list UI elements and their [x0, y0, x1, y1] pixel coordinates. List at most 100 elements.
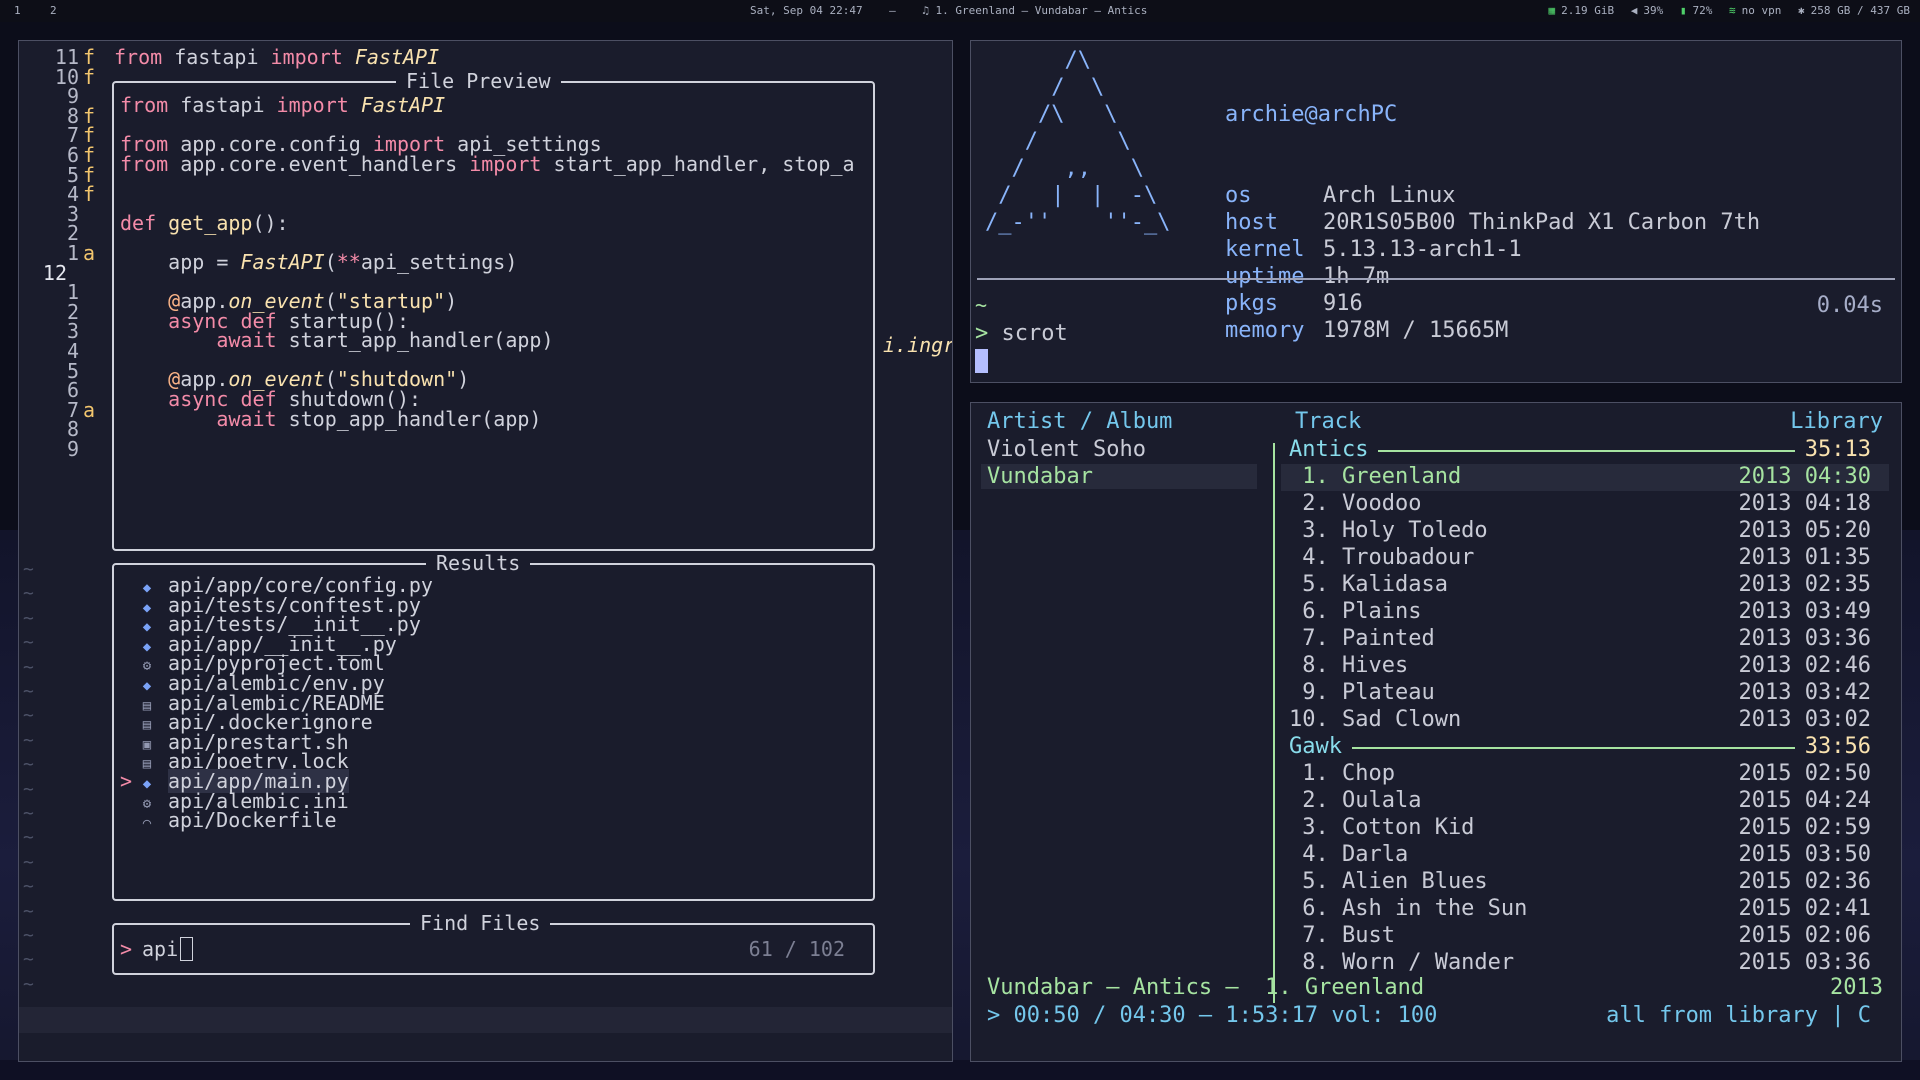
track-row[interactable]: 8. Worn / Wander 2015 03:36	[1289, 950, 1889, 977]
info-row: os Arch Linux	[1225, 182, 1760, 209]
track-year-length: 2015 02:50	[1738, 761, 1871, 786]
track-title: 4. Troubadour	[1289, 545, 1475, 570]
tilde-marker: ~	[23, 827, 34, 849]
file-preview: File Preview from fastapi import FastAPI…	[112, 69, 875, 551]
tilde-marker: ~	[23, 729, 34, 751]
system-info: archie@archPC os Arch Linux host 20R1S05B00…	[1225, 47, 1761, 382]
terminal-window[interactable]: /\ / \ /\ \ / \ / ,, \ / | | -\ /_-'' ''…	[970, 40, 1902, 383]
track-row[interactable]: 4. Troubadour 2013 01:35	[1289, 545, 1889, 572]
info-value: 916	[1323, 291, 1363, 316]
track-row[interactable]: 7. Painted 2013 03:36	[1289, 626, 1889, 653]
workspace-1[interactable]: 1	[14, 4, 21, 17]
tilde-marker: ~	[23, 681, 34, 702]
track-row[interactable]: 5. Kalidasa 2013 02:35	[1289, 572, 1889, 599]
bar-dash: –	[889, 4, 896, 17]
preview-line: await stop_app_handler(app)	[216, 406, 542, 431]
album-rule	[1289, 747, 1871, 749]
now-playing: 1. Greenland – Vundabar – Antics	[935, 4, 1148, 17]
track-row[interactable]: 5. Alien Blues 2015 02:36	[1289, 869, 1889, 896]
result-item[interactable]: ⌒ api/Dockerfile	[120, 808, 337, 832]
track-row[interactable]: 9. Plateau 2013 03:42	[1289, 680, 1889, 707]
track-year-length: 2013 03:49	[1738, 599, 1871, 624]
volume-icon: ◀	[1630, 4, 1638, 17]
track-row[interactable]: 2. Voodoo 2013 04:18	[1289, 491, 1889, 518]
track-title: 3. Holy Toledo	[1289, 518, 1488, 543]
find-files-input[interactable]: api	[142, 937, 178, 961]
line-number: 9	[66, 437, 79, 461]
track-title: 7. Painted	[1289, 626, 1435, 651]
prompt-line: > scrot	[975, 321, 1068, 346]
track-header[interactable]: Track	[1295, 409, 1361, 434]
vpn-status: no vpn	[1741, 4, 1782, 17]
tilde-marker: ~	[23, 925, 34, 946]
track-row[interactable]: 10. Sad Clown 2013 03:02	[1289, 707, 1889, 734]
track-title: 9. Plateau	[1289, 680, 1435, 705]
album-header[interactable]: Gawk 33:56	[1289, 734, 1889, 761]
artist-item[interactable]: Violent Soho	[987, 437, 1257, 462]
info-value: 20R1S05B00 ThinkPad X1 Carbon 7th	[1323, 210, 1761, 235]
track-title: 6. Ash in the Sun	[1289, 896, 1528, 921]
track-year-length: 2015 03:36	[1738, 950, 1871, 975]
now-playing-status: Vundabar – Antics – 1. Greenland	[987, 975, 1425, 1000]
album-duration: 33:56	[1794, 734, 1871, 759]
track-title: 5. Alien Blues	[1289, 869, 1488, 894]
editor-window[interactable]: 11 f 10 f 9 8 f 7 f 6 f 5 f 4 f 3 2 1 a 12 1 2 3 4 5 6 7 a 8 9 from f…	[18, 40, 953, 1062]
info-key: uptime	[1225, 264, 1305, 289]
tilde-marker: ~	[23, 559, 34, 580]
track-title: 5. Kalidasa	[1289, 572, 1448, 597]
volume-level: 39%	[1643, 4, 1664, 17]
library-header[interactable]: Library	[1790, 409, 1883, 434]
info-key: os	[1225, 183, 1252, 208]
track-year-length: 2013 05:20	[1738, 518, 1871, 543]
track-row[interactable]: 6. Ash in the Sun 2015 02:41	[1289, 896, 1889, 923]
music-player-window[interactable]: Artist / Album Track Library Violent Soh…	[970, 402, 1902, 1062]
track-row[interactable]: 2. Oulala 2015 04:24	[1289, 788, 1889, 815]
track-year-length: 2015 02:36	[1738, 869, 1871, 894]
artist-album-header[interactable]: Artist / Album	[987, 409, 1172, 434]
bar-right: ▦ 2.19 GiB ◀ 39% ▮ 72% ≋ no vpn ✱ 258 GB / 43…	[1539, 4, 1910, 17]
now-playing-year: 2013	[1830, 975, 1883, 1000]
track-row[interactable]: 6. Plains 2013 03:49	[1289, 599, 1889, 626]
track-year-length: 2015 02:59	[1738, 815, 1871, 840]
find-prompt: >	[120, 937, 133, 961]
git-sign: f	[83, 182, 96, 207]
track-row[interactable]: 4. Darla 2015 03:50	[1289, 842, 1889, 869]
info-key: host	[1225, 210, 1278, 235]
music-note-icon: ♫	[922, 4, 929, 17]
preview-line: await start_app_handler(app)	[216, 328, 554, 353]
album-duration: 35:13	[1794, 437, 1871, 462]
track-row[interactable]: 7. Bust 2015 02:06	[1289, 923, 1889, 950]
user-host: archie@archPC	[1225, 102, 1398, 127]
code-line-1: from fastapi import FastAPI	[114, 45, 440, 69]
preview-line: def get_app():	[120, 210, 289, 235]
track-row[interactable]: 8. Hives 2013 02:46	[1289, 653, 1889, 680]
track-year-length: 2015 02:41	[1738, 896, 1871, 921]
preview-line: from app.core.event_handlers import star…	[120, 151, 855, 176]
info-row: uptime 1h 7m	[1225, 263, 1760, 290]
prompt-symbol: >	[975, 321, 989, 346]
info-key: pkgs	[1225, 291, 1278, 316]
track-row[interactable]: 3. Holy Toledo 2013 05:20	[1289, 518, 1889, 545]
track-row[interactable]: 1. Greenland 2013 04:30	[1281, 464, 1889, 491]
track-row[interactable]: 3. Cotton Kid 2015 02:59	[1289, 815, 1889, 842]
wallpaper-bottom	[0, 1060, 1920, 1080]
track-title: 4. Darla	[1289, 842, 1409, 867]
track-year-length: 2013 04:18	[1738, 491, 1871, 516]
info-value: 1h 7m	[1323, 264, 1390, 289]
info-row: pkgs 916	[1225, 290, 1760, 317]
arch-logo: /\ / \ /\ \ / \ / ,, \ / | | -\ /_-'' ''…	[985, 48, 1171, 235]
artist-item[interactable]: Vundabar	[981, 464, 1257, 489]
track-title: 3. Cotton Kid	[1289, 815, 1475, 840]
play-mode[interactable]: all from library | C	[1606, 1003, 1871, 1028]
album-header[interactable]: Antics 35:13	[1289, 437, 1889, 464]
track-title: 2. Oulala	[1289, 788, 1422, 813]
track-row[interactable]: 1. Chop 2015 02:50	[1289, 761, 1889, 788]
workspace-2[interactable]: 2	[50, 4, 57, 17]
docker-icon: ⌒	[142, 815, 152, 832]
track-title: 8. Worn / Wander	[1289, 950, 1515, 975]
bluetooth-icon: ✱	[1798, 4, 1805, 17]
find-files-title: Find Files	[410, 911, 551, 935]
info-key: kernel	[1225, 237, 1305, 262]
info-value: Arch Linux	[1323, 183, 1456, 208]
memory-usage: 2.19 GiB	[1561, 4, 1615, 17]
